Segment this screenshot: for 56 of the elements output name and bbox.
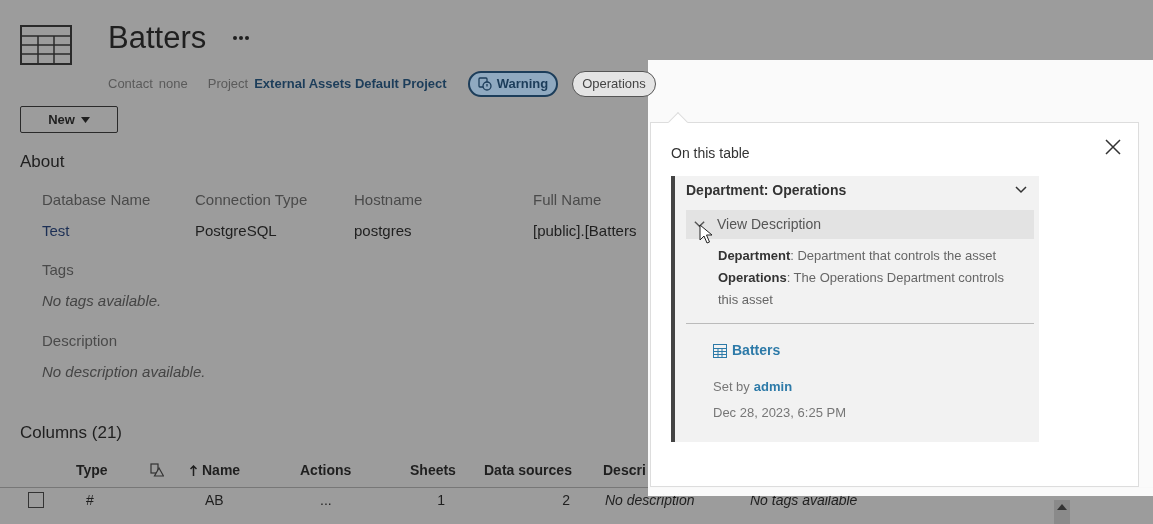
empty-text: No tags available. — [42, 291, 162, 311]
column-header[interactable]: Actions — [300, 459, 352, 481]
project-link[interactable]: External Assets Default Project — [254, 74, 447, 94]
column-header[interactable]: Data sources — [484, 459, 572, 481]
empty-text: No description available. — [42, 362, 206, 382]
warning-icon — [150, 463, 164, 477]
card-header[interactable]: Department: Operations — [686, 176, 1034, 204]
field-link[interactable]: Test — [42, 220, 195, 243]
tags-label: Tags — [42, 259, 74, 280]
table-cell: No description — [605, 491, 695, 508]
description-label: Description — [42, 330, 118, 351]
field-value: PostgreSQL — [195, 221, 278, 241]
table-icon — [713, 343, 727, 358]
field-value: postgres — [354, 221, 413, 241]
table-cell: No tags available — [750, 491, 858, 508]
close-button[interactable] — [1104, 138, 1122, 156]
warning-icon — [477, 77, 492, 91]
field-label: Connection Type — [195, 189, 309, 210]
contact-value: none — [158, 75, 188, 94]
column-header[interactable]: Sheets — [410, 459, 456, 481]
set-by-label: Set by — [713, 378, 750, 396]
cursor-icon — [699, 224, 713, 244]
table-cell: 1 — [437, 491, 445, 508]
description-text: Operations: The Operations Department controls this asset — [718, 269, 1005, 309]
field-label: Full Name — [533, 189, 603, 210]
table-cell: ... — [320, 491, 332, 508]
page-title: Batters — [108, 19, 207, 57]
scrollbar[interactable] — [1054, 500, 1070, 524]
category-badge[interactable]: Operations — [572, 71, 656, 97]
column-header[interactable]: Type — [76, 459, 108, 481]
popover-heading: On this table — [671, 144, 750, 163]
warning-badge[interactable]: Warning — [467, 71, 559, 97]
column-header[interactable]: Descri — [603, 459, 646, 481]
more-icon — [232, 35, 251, 41]
description-toggle[interactable]: View Description — [686, 210, 1034, 239]
column-header[interactable]: Name — [190, 459, 241, 481]
project-label: Project — [207, 75, 249, 94]
field-value: [public].[Batters — [533, 221, 638, 241]
new-button[interactable]: New — [20, 106, 118, 133]
field-label: Hostname — [354, 189, 424, 210]
user-link[interactable]: admin — [753, 377, 793, 397]
contact-label: Contact — [108, 75, 153, 94]
asset-link[interactable]: Batters — [713, 340, 781, 361]
section-heading: About — [20, 151, 65, 173]
table-cell: AB — [205, 491, 224, 508]
description-text: Department: Department that controls the asset — [718, 247, 998, 265]
section-heading: Columns (21) — [20, 421, 123, 444]
table-icon — [20, 25, 72, 65]
table-cell: # — [86, 491, 94, 508]
checkbox[interactable] — [28, 492, 44, 508]
scroll-up-icon — [1057, 504, 1067, 510]
field-label: Database Name — [42, 189, 152, 210]
timestamp: Dec 28, 2023, 6:25 PM — [713, 403, 847, 422]
caret-icon — [80, 116, 90, 123]
table-cell: 2 — [562, 491, 570, 508]
sort-ascending-icon — [190, 464, 197, 476]
